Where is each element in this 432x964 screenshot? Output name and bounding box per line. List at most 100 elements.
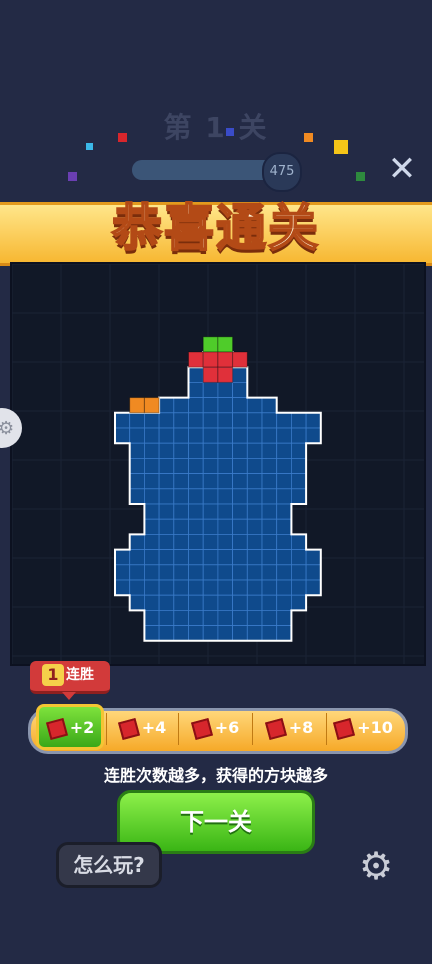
board-cell <box>232 382 248 399</box>
board-cell <box>305 564 322 581</box>
reward-label: +8 <box>288 718 314 737</box>
close-icon[interactable]: ✕ <box>386 152 418 186</box>
board-cell <box>217 488 233 505</box>
board-cell <box>143 625 160 642</box>
board-cell <box>246 564 263 581</box>
board-cell <box>173 564 189 581</box>
board-cell <box>276 533 292 550</box>
board-cell <box>188 533 204 550</box>
board-cell <box>173 625 189 642</box>
reward-item-4: +8 <box>254 711 326 745</box>
board-cell <box>202 564 219 581</box>
board-cell <box>276 564 292 581</box>
orange-block <box>143 397 160 414</box>
board-cell <box>246 533 263 550</box>
board-cell <box>276 488 292 505</box>
board-cell <box>246 397 263 414</box>
board-cell <box>143 473 160 490</box>
board-cell <box>232 457 248 474</box>
board-cell <box>129 427 145 444</box>
reward-divider <box>106 713 107 745</box>
board-cell <box>232 579 248 596</box>
board-cell <box>143 488 160 505</box>
board-cell <box>129 473 145 490</box>
game-board[interactable] <box>10 262 426 666</box>
board-cell <box>261 488 278 505</box>
board-cell <box>114 579 131 596</box>
board-cell <box>261 412 278 429</box>
how-to-play-button[interactable]: 怎么玩? <box>56 842 162 888</box>
board-cell <box>173 503 189 520</box>
board-cell <box>276 549 292 566</box>
board-cell <box>261 473 278 490</box>
board-cell <box>202 625 219 642</box>
board-cell <box>173 609 189 626</box>
level-title: 第 1 关 <box>163 111 269 144</box>
board-cell <box>217 549 233 566</box>
board-cell <box>217 625 233 642</box>
board-cell <box>173 549 189 566</box>
board-cell <box>188 442 204 459</box>
board-cell <box>158 427 175 444</box>
board-cell <box>158 549 175 566</box>
board-cell <box>158 625 175 642</box>
board-cell <box>202 488 219 505</box>
board-cell <box>290 564 307 581</box>
board-cell <box>261 503 278 520</box>
confetti-piece <box>226 128 234 136</box>
red-block <box>202 366 219 383</box>
board-cell <box>188 366 204 383</box>
board-cell <box>261 533 278 550</box>
board-cell <box>276 579 292 596</box>
board-cell <box>143 609 160 626</box>
board-cell <box>129 442 145 459</box>
board-cell <box>143 533 160 550</box>
board-cell <box>188 397 204 414</box>
board-cell <box>143 518 160 535</box>
board-cell <box>276 625 292 642</box>
board-cell <box>129 579 145 596</box>
board-cell <box>188 412 204 429</box>
board-cell <box>158 412 175 429</box>
board-cell <box>114 427 131 444</box>
board-cell <box>129 457 145 474</box>
board-cell <box>143 549 160 566</box>
board-cell <box>202 457 219 474</box>
board-cell <box>246 549 263 566</box>
board-cell <box>246 625 263 642</box>
board-cell <box>173 488 189 505</box>
streak-pointer <box>62 692 76 700</box>
reward-label: +10 <box>357 718 393 737</box>
board-cell <box>290 549 307 566</box>
gear-icon[interactable]: ⚙ <box>356 846 396 886</box>
board-cell <box>232 473 248 490</box>
board-cell <box>173 397 189 414</box>
board-cell <box>158 457 175 474</box>
board-cell <box>290 457 307 474</box>
reward-label: +2 <box>69 718 95 737</box>
board-cell <box>217 412 233 429</box>
red-cube-icon <box>45 717 68 740</box>
board-cell <box>188 488 204 505</box>
board-cell <box>276 412 292 429</box>
board-cell <box>217 533 233 550</box>
board-grid <box>12 264 424 664</box>
board-cell <box>158 564 175 581</box>
board-cell <box>276 518 292 535</box>
board-cell <box>261 457 278 474</box>
reward-divider <box>178 713 179 745</box>
board-cell <box>305 549 322 566</box>
orange-block <box>129 397 145 414</box>
board-cell <box>232 625 248 642</box>
red-block <box>232 351 248 368</box>
board-cell <box>129 549 145 566</box>
confetti-piece <box>68 172 77 181</box>
board-cell <box>129 412 145 429</box>
board-cell <box>143 579 160 596</box>
board-cell <box>232 609 248 626</box>
board-cell <box>143 503 160 520</box>
confetti-piece <box>304 133 313 142</box>
board-cell <box>173 579 189 596</box>
board-cell <box>188 549 204 566</box>
board-cell <box>188 473 204 490</box>
